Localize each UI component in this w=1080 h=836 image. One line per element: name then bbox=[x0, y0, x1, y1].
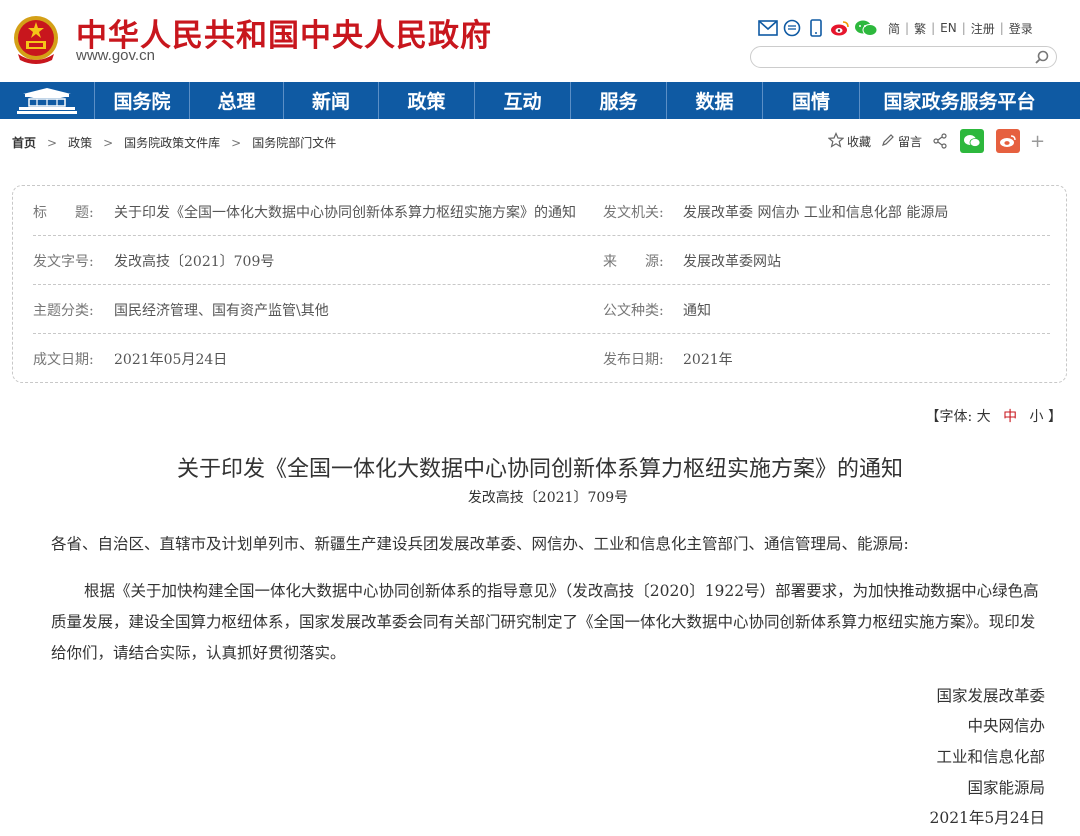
issuer-value: 发展改革委 网信办 工业和信息化部 能源局 bbox=[683, 205, 949, 221]
font-size-selector: 【字体: 大 中 小 】 bbox=[925, 406, 1062, 426]
collect-button[interactable]: 收藏 bbox=[827, 131, 872, 151]
font-size-large[interactable]: 大 bbox=[977, 409, 991, 425]
chevron-right-icon: > bbox=[231, 135, 242, 150]
category-label: 主题分类: bbox=[33, 303, 94, 319]
created-date-value: 2021年05月24日 bbox=[114, 352, 228, 368]
mail-icon[interactable] bbox=[758, 18, 778, 38]
font-size-small[interactable]: 小 bbox=[1030, 409, 1044, 425]
breadcrumb: 首页 > 政策 > 国务院政策文件库 > 国务院部门文件 bbox=[12, 134, 336, 151]
top-tools: 简 | 繁 | EN | 注册 | 登录 bbox=[758, 18, 1033, 38]
published-date-label: 发布日期: bbox=[603, 352, 664, 368]
signature-ndrc: 国家发展改革委 bbox=[936, 687, 1045, 705]
created-date-label: 成文日期: bbox=[33, 352, 94, 368]
site-header: 中华人民共和国中央人民政府 www.gov.cn 简 | 繁 | EN | 注册 | 登… bbox=[0, 0, 1080, 82]
font-size-suffix: 】 bbox=[1048, 409, 1062, 425]
mobile-icon[interactable] bbox=[806, 18, 826, 38]
breadcrumb-policy-library[interactable]: 国务院政策文件库 bbox=[124, 134, 220, 151]
comment-button[interactable]: 留言 bbox=[881, 133, 922, 150]
main-nav: 国务院 总理 新闻 政策 互动 服务 数据 国情 国家政务服务平台 bbox=[0, 82, 1080, 119]
lang-simplified-link[interactable]: 简 bbox=[888, 20, 900, 37]
docno-label: 发文字号: bbox=[33, 254, 94, 270]
nav-item-state-council[interactable]: 国务院 bbox=[95, 82, 190, 119]
font-size-medium[interactable]: 中 bbox=[1003, 409, 1017, 425]
meta-row: 主题分类: 国民经济管理、国有资产监管\其他 公文种类: 通知 bbox=[33, 284, 1050, 334]
signature-nea: 国家能源局 bbox=[967, 779, 1045, 797]
share-toolbar: 收藏 留言 + bbox=[827, 128, 1045, 154]
issuer-label: 发文机关: bbox=[603, 205, 664, 221]
published-date-value: 2021年 bbox=[683, 352, 733, 368]
wechat-icon[interactable] bbox=[854, 18, 878, 38]
document-meta-table: 标 题: 关于印发《全国一体化大数据中心协同创新体系算力枢纽实施方案》的通知 发… bbox=[12, 185, 1067, 383]
message-icon[interactable] bbox=[782, 18, 802, 38]
source-label: 来 源: bbox=[603, 254, 664, 270]
source-value: 发展改革委网站 bbox=[683, 254, 781, 270]
docno-value: 发改高技〔2021〕709号 bbox=[114, 254, 275, 270]
weibo-icon[interactable] bbox=[830, 18, 850, 38]
site-url[interactable]: www.gov.cn bbox=[76, 47, 155, 64]
nav-item-national-info[interactable]: 国情 bbox=[763, 82, 860, 119]
more-share-icon[interactable]: + bbox=[1030, 131, 1045, 152]
doctype-value: 通知 bbox=[683, 303, 711, 319]
share-wechat-icon[interactable] bbox=[960, 129, 985, 153]
signature-cac: 中央网信办 bbox=[967, 717, 1045, 735]
title-label: 标 题: bbox=[33, 205, 94, 221]
nav-item-policy[interactable]: 政策 bbox=[379, 82, 475, 119]
breadcrumb-policy[interactable]: 政策 bbox=[68, 134, 92, 151]
chevron-right-icon: > bbox=[47, 135, 58, 150]
breadcrumb-home[interactable]: 首页 bbox=[12, 134, 36, 151]
comment-label: 留言 bbox=[898, 134, 923, 149]
article-title: 关于印发《全国一体化大数据中心协同创新体系算力枢纽实施方案》的通知 bbox=[176, 457, 903, 482]
login-link[interactable]: 登录 bbox=[1009, 20, 1033, 37]
nav-home-icon[interactable] bbox=[0, 82, 95, 119]
language-links: 简 | 繁 | EN | 注册 | 登录 bbox=[888, 20, 1033, 37]
article-body: 根据《关于加快构建全国一体化大数据中心协同创新体系的指导意见》（发改高技〔202… bbox=[51, 582, 1039, 662]
lang-english-link[interactable]: EN bbox=[940, 21, 957, 35]
star-icon bbox=[827, 131, 845, 151]
meta-row: 成文日期: 2021年05月24日 发布日期: 2021年 bbox=[33, 333, 1050, 382]
register-link[interactable]: 注册 bbox=[971, 20, 995, 37]
meta-row: 标 题: 关于印发《全国一体化大数据中心协同创新体系算力枢纽实施方案》的通知 发… bbox=[33, 186, 1050, 236]
article-docno: 发改高技〔2021〕709号 bbox=[467, 490, 629, 506]
nav-item-interaction[interactable]: 互动 bbox=[475, 82, 571, 119]
signature-miit: 工业和信息化部 bbox=[936, 748, 1045, 766]
nav-item-services[interactable]: 服务 bbox=[571, 82, 667, 119]
share-weibo-icon[interactable] bbox=[996, 129, 1021, 153]
pencil-icon bbox=[881, 133, 895, 150]
lang-traditional-link[interactable]: 繁 bbox=[914, 20, 926, 37]
national-emblem-icon[interactable] bbox=[12, 14, 60, 64]
share-icon[interactable] bbox=[932, 133, 948, 149]
chevron-right-icon: > bbox=[103, 135, 114, 150]
article-date: 2021年5月24日 bbox=[929, 809, 1045, 827]
doctype-label: 公文种类: bbox=[603, 303, 664, 319]
nav-item-premier[interactable]: 总理 bbox=[190, 82, 284, 119]
nav-item-data[interactable]: 数据 bbox=[667, 82, 763, 119]
collect-label: 收藏 bbox=[847, 134, 872, 149]
article-salutation: 各省、自治区、直辖市及计划单列市、新疆生产建设兵团发展改革委、网信办、工业和信息… bbox=[51, 535, 909, 553]
title-value: 关于印发《全国一体化大数据中心协同创新体系算力枢纽实施方案》的通知 bbox=[114, 205, 576, 221]
breadcrumb-department-docs[interactable]: 国务院部门文件 bbox=[252, 134, 336, 151]
search-icon[interactable] bbox=[1034, 49, 1050, 65]
category-value: 国民经济管理、国有资产监管\其他 bbox=[114, 303, 329, 319]
nav-item-service-platform[interactable]: 国家政务服务平台 bbox=[860, 82, 1059, 119]
search-input[interactable] bbox=[750, 46, 1057, 68]
nav-item-news[interactable]: 新闻 bbox=[284, 82, 379, 119]
font-size-prefix: 【字体: bbox=[925, 409, 973, 425]
meta-row: 发文字号: 发改高技〔2021〕709号 来 源: 发展改革委网站 bbox=[33, 235, 1050, 285]
